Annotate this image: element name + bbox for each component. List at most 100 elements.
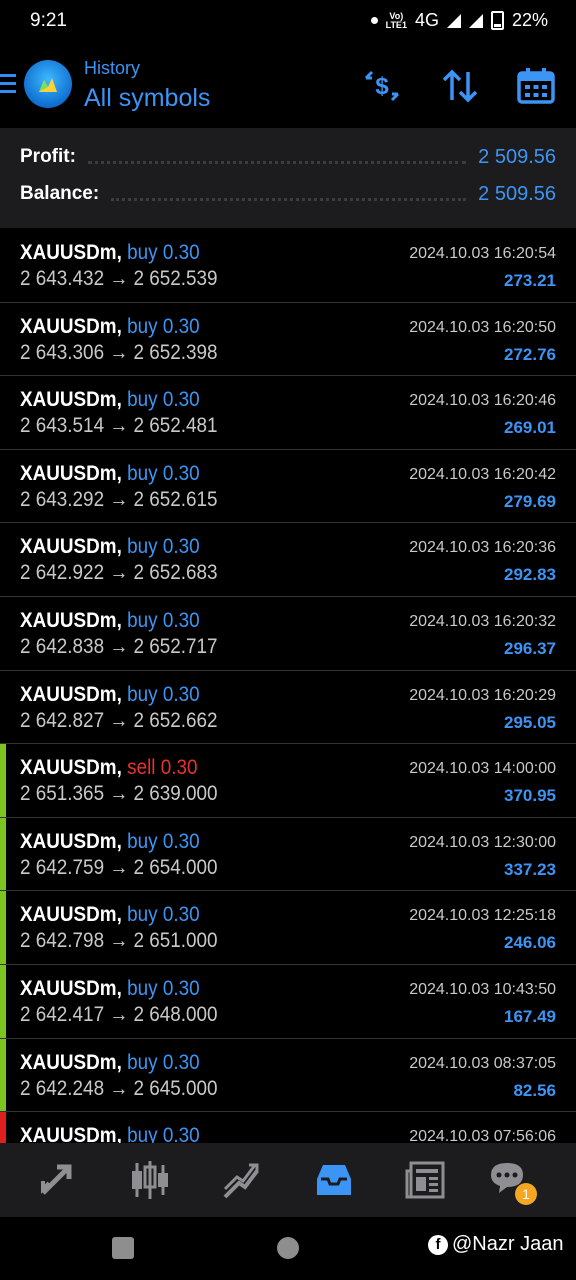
trade-profit: 269.01: [504, 418, 556, 438]
trade-prices: 2 642.838 → 2 652.717: [20, 634, 218, 658]
trade-marker: [0, 964, 6, 1038]
trade-profit: 246.06: [504, 933, 556, 953]
trade-time: 2024.10.03 14:00:00: [409, 760, 556, 778]
trade-time: 2024.10.03 16:20:36: [409, 539, 556, 557]
trade-marker: [0, 744, 6, 817]
trade-symbol: XAUUSDm,: [20, 241, 122, 264]
trade-row[interactable]: XAUUSDm, buy 0.30 2 643.432 → 2 652.539 …: [0, 229, 576, 303]
signal-2-icon: [468, 13, 483, 28]
trade-row[interactable]: XAUUSDm, buy 0.30 2 643.514 → 2 652.481 …: [0, 376, 576, 450]
profit-value: 2 509.56: [478, 145, 556, 168]
trade-symbol: XAUUSDm,: [20, 461, 122, 485]
svg-text:$: $: [375, 73, 389, 100]
trade-time: 2024.10.03 10:43:50: [409, 980, 556, 998]
battery-percent: 22%: [511, 10, 548, 30]
notification-dot-icon: [370, 17, 378, 24]
balance-value: 2 509.56: [478, 182, 556, 205]
app-bar: History All symbols $: [0, 44, 576, 128]
chat-button[interactable]: 1: [487, 1157, 537, 1205]
battery-icon: [490, 11, 504, 30]
trade-row[interactable]: XAUUSDm, buy 0.30 2 642.838 → 2 652.717 …: [0, 597, 576, 671]
trade-row[interactable]: XAUUSDm, buy 0.30 2 642.827 → 2 652.662 …: [0, 671, 576, 745]
trade-row[interactable]: XAUUSDm, sell 0.30 2 651.365 → 2 639.000…: [0, 744, 576, 818]
trade-type: sell 0.30: [127, 756, 198, 780]
home-button[interactable]: [277, 1237, 299, 1259]
balance-label: Balance:: [20, 183, 100, 204]
profit-row: Profit: 2 509.56: [20, 142, 556, 172]
trade-prices: 2 642.827 → 2 652.662: [20, 708, 218, 732]
trade-time: 2024.10.03 08:37:05: [409, 1054, 556, 1072]
trade-prices: 2 642.417 → 2 648.000: [20, 1002, 218, 1026]
page-title: History: [84, 58, 141, 78]
trade-row[interactable]: XAUUSDm, buy 0.30 2 642.417 → 2 648.000 …: [0, 964, 576, 1039]
trade-type: buy 0.30: [127, 314, 200, 338]
trade-profit: 295.05: [504, 712, 556, 732]
trade-prices: 2 643.514 → 2 652.481: [20, 414, 218, 438]
trade-time: 2024.10.03 16:20:42: [409, 465, 556, 483]
candlestick-chart-icon[interactable]: [127, 1157, 173, 1203]
menu-icon[interactable]: [0, 74, 16, 98]
trade-marker: [0, 597, 6, 670]
trade-marker: [0, 450, 6, 523]
trade-symbol: XAUUSDm,: [20, 608, 122, 632]
trade-marker: [0, 376, 6, 449]
network-type: 4G: [414, 10, 439, 30]
trade-marker: [0, 523, 6, 596]
trade-row[interactable]: XAUUSDm, buy 0.30 2 643.306 → 2 652.398 …: [0, 303, 576, 377]
trade-row[interactable]: XAUUSDm, buy 0.30 2 642.248 → 2 645.000 …: [0, 1038, 576, 1113]
status-time: 9:21: [30, 10, 67, 31]
dotted-leader: [87, 151, 467, 164]
recents-button[interactable]: [112, 1237, 134, 1259]
symbol-filter[interactable]: All symbols: [84, 84, 210, 113]
trade-symbol: XAUUSDm,: [20, 388, 122, 412]
system-nav: f @Nazr Jaan: [0, 1217, 576, 1280]
trade-symbol: XAUUSDm,: [20, 535, 122, 559]
history-inbox-icon[interactable]: [311, 1157, 357, 1203]
dollar-exchange-icon[interactable]: $: [362, 66, 402, 106]
trade-row[interactable]: XAUUSDm, buy 0.30 2 642.798 → 2 651.000 …: [0, 891, 576, 965]
trade-prices: 2 642.759 → 2 654.000: [20, 855, 218, 879]
trade-symbol: XAUUSDm,: [20, 1124, 122, 1143]
trade-history-list[interactable]: XAUUSDm, buy 0.30 2 643.432 → 2 652.539 …: [0, 229, 576, 1143]
trade-profit: 370.95: [504, 786, 556, 806]
trade-type: buy 0.30: [127, 1124, 200, 1143]
trade-profit: 279.69: [504, 491, 556, 511]
trade-marker: [0, 817, 6, 891]
quotes-arrows-icon[interactable]: [35, 1157, 81, 1203]
trade-symbol: XAUUSDm,: [20, 314, 122, 338]
trade-time: 2024.10.03 16:20:46: [409, 392, 556, 410]
trade-type: buy 0.30: [127, 535, 200, 559]
metatrader-logo-icon[interactable]: [24, 60, 72, 108]
trade-row[interactable]: XAUUSDm, buy 0.30 2024.10.03 07:56:06: [0, 1112, 576, 1143]
trade-symbol: XAUUSDm,: [20, 976, 122, 1000]
trade-profit: 167.49: [504, 1006, 556, 1026]
watermark-text: @Nazr Jaan: [452, 1233, 564, 1255]
trade-marker: [0, 891, 6, 964]
sort-icon[interactable]: [440, 66, 480, 106]
status-bar: 9:21 Vo) LTE1 4G 22%: [0, 0, 576, 44]
calendar-icon[interactable]: [516, 66, 556, 106]
trade-marker: [0, 1112, 6, 1143]
trade-prices: 2 643.432 → 2 652.539: [20, 267, 218, 290]
bottom-nav: 1: [0, 1143, 576, 1217]
signal-icon: [446, 13, 461, 28]
chat-badge: 1: [515, 1183, 537, 1205]
news-icon[interactable]: [403, 1157, 449, 1203]
trade-symbol: XAUUSDm,: [20, 903, 122, 927]
trade-symbol: XAUUSDm,: [20, 756, 122, 780]
trade-type: buy 0.30: [127, 976, 200, 1000]
trade-time: 2024.10.03 16:20:29: [409, 686, 556, 704]
trade-symbol: XAUUSDm,: [20, 829, 122, 853]
trend-chart-icon[interactable]: [219, 1157, 265, 1203]
trade-time: 2024.10.03 16:20:50: [409, 318, 556, 336]
trade-prices: 2 642.922 → 2 652.683: [20, 561, 218, 585]
trade-row[interactable]: XAUUSDm, buy 0.30 2 643.292 → 2 652.615 …: [0, 450, 576, 524]
trade-row[interactable]: XAUUSDm, buy 0.30 2 642.922 → 2 652.683 …: [0, 523, 576, 597]
trade-type: buy 0.30: [127, 608, 200, 632]
trade-profit: 272.76: [504, 344, 556, 364]
trade-type: buy 0.30: [127, 388, 200, 412]
trade-type: buy 0.30: [127, 1050, 200, 1074]
status-icons: Vo) LTE1 4G 22%: [370, 10, 548, 31]
trade-row[interactable]: XAUUSDm, buy 0.30 2 642.759 → 2 654.000 …: [0, 817, 576, 892]
trade-marker: [0, 671, 6, 744]
